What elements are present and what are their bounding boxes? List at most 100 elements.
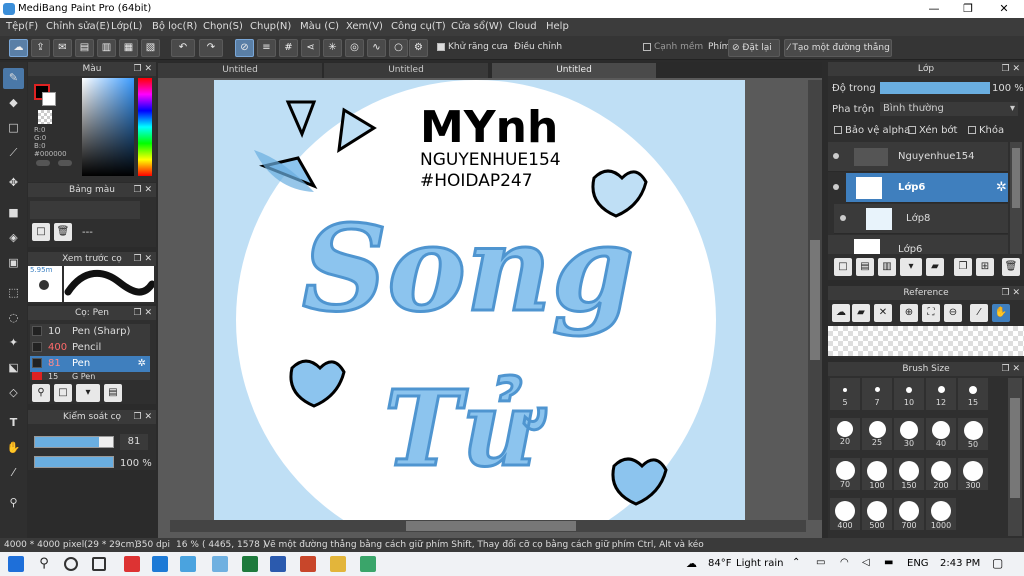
select-pen-icon[interactable]: ⬕ bbox=[3, 358, 24, 379]
cross-snap-icon[interactable]: # bbox=[279, 39, 298, 57]
close-icon[interactable]: ❐ ✕ bbox=[134, 252, 152, 266]
menu-filter[interactable]: Bộ lọc(R) bbox=[152, 21, 197, 32]
soft-edge-checkbox[interactable] bbox=[643, 42, 651, 51]
menu-view[interactable]: Xem(V) bbox=[346, 21, 383, 32]
lock-option[interactable]: Khóa bbox=[968, 125, 1004, 136]
lasso-tool-icon[interactable]: ◌ bbox=[3, 308, 24, 329]
edge-icon[interactable] bbox=[152, 556, 168, 572]
reset-button[interactable]: ⊘ Đặt lại bbox=[728, 39, 780, 57]
close-icon[interactable]: ❐ ✕ bbox=[134, 306, 152, 320]
eyedropper-icon[interactable]: ⁄ bbox=[3, 463, 24, 484]
layer-row[interactable]: Lớp8 bbox=[834, 204, 1008, 234]
close-icon[interactable]: ❐ ✕ bbox=[134, 62, 152, 76]
tab-untitled-2[interactable]: Untitled bbox=[324, 63, 488, 78]
color-swap-button[interactable] bbox=[58, 160, 72, 166]
brush-size-scrollbar[interactable] bbox=[1008, 378, 1022, 536]
app-icon[interactable] bbox=[180, 556, 196, 572]
list-item[interactable]: 15 G Pen bbox=[30, 372, 150, 380]
fit-icon[interactable]: ⛶ bbox=[922, 304, 940, 322]
brush-size-200[interactable]: 200 bbox=[926, 458, 956, 490]
hue-slider[interactable] bbox=[138, 78, 152, 176]
clipping-option[interactable]: Xén bớt bbox=[908, 125, 957, 136]
brush-size-20[interactable]: 20 bbox=[830, 418, 860, 450]
opacity-slider[interactable] bbox=[34, 456, 114, 468]
weather-desc[interactable]: Light rain bbox=[736, 558, 784, 569]
hand-tool-icon[interactable]: ✋ bbox=[3, 438, 24, 459]
new-palette-icon[interactable]: □ bbox=[32, 223, 50, 241]
weather-temp[interactable]: 84°F bbox=[708, 558, 731, 569]
move-tool-icon[interactable]: ✥ bbox=[3, 173, 24, 194]
scroll-thumb[interactable] bbox=[406, 521, 576, 531]
undo-icon[interactable]: ↶ bbox=[171, 39, 195, 57]
parallel-snap-icon[interactable]: ≡ bbox=[257, 39, 276, 57]
brush-size-40[interactable]: 40 bbox=[926, 418, 956, 450]
speech-icon[interactable]: ▤ bbox=[75, 39, 94, 57]
circle-snap-icon[interactable]: ◎ bbox=[345, 39, 364, 57]
gear-icon[interactable]: ✲ bbox=[996, 180, 1007, 195]
brush-size-5[interactable]: 5 bbox=[830, 378, 860, 410]
antialias-checkbox[interactable] bbox=[437, 42, 445, 51]
word-icon[interactable] bbox=[270, 556, 286, 572]
maximize-button[interactable]: ❐ bbox=[950, 0, 986, 18]
volume-icon[interactable]: ◁ bbox=[862, 557, 870, 568]
brush-settings-icon[interactable]: ▤ bbox=[104, 384, 122, 402]
brush-size-50[interactable]: 50 bbox=[958, 418, 988, 450]
layer-opacity-slider[interactable] bbox=[880, 82, 990, 94]
select-tool-icon[interactable]: ⬚ bbox=[3, 283, 24, 304]
menu-select[interactable]: Chọn(S) bbox=[203, 21, 243, 32]
grid-icon[interactable]: ▧ bbox=[141, 39, 160, 57]
document-icon[interactable]: ▥ bbox=[97, 39, 116, 57]
tab-untitled-1[interactable]: Untitled bbox=[158, 63, 322, 78]
trash-icon[interactable]: 🗑 bbox=[54, 223, 72, 241]
weather-icon[interactable]: ☁ bbox=[686, 557, 697, 570]
rectangle-tool-icon[interactable]: □ bbox=[3, 118, 24, 139]
new-halftone-layer-icon[interactable]: ▤ bbox=[856, 258, 874, 276]
brush-size-10[interactable]: 10 bbox=[894, 378, 924, 410]
transparent-swatch[interactable] bbox=[38, 110, 52, 124]
menu-help[interactable]: Help bbox=[546, 21, 569, 32]
close-button[interactable]: ✕ bbox=[986, 0, 1022, 18]
close-icon[interactable]: ❐ ✕ bbox=[134, 183, 152, 197]
gradient-tool-icon[interactable]: ▣ bbox=[3, 253, 24, 274]
windows-start-icon[interactable] bbox=[8, 556, 24, 572]
zoom-in-icon[interactable]: ⊕ bbox=[900, 304, 918, 322]
select-eraser-icon[interactable]: ◇ bbox=[3, 383, 24, 404]
close-icon[interactable]: ❐ ✕ bbox=[134, 410, 152, 424]
dropper-icon[interactable]: ⚲ bbox=[3, 493, 24, 514]
eyedropper-icon[interactable]: ⁄ bbox=[970, 304, 988, 322]
artwork-canvas[interactable]: Song Tử MYnh NGUYENHUE154 #HOIDAP247 bbox=[214, 80, 745, 520]
brush-size-300[interactable]: 300 bbox=[958, 458, 988, 490]
medibang-icon[interactable] bbox=[360, 556, 376, 572]
add-brush-icon[interactable]: ⚲ bbox=[32, 384, 50, 402]
list-item-selected[interactable]: 81 Pen ✲ bbox=[30, 356, 150, 372]
brush-size-500[interactable]: 500 bbox=[862, 498, 892, 530]
merge-layer-icon[interactable]: ⊞ bbox=[976, 258, 994, 276]
notifications-icon[interactable]: ▢ bbox=[992, 556, 1003, 570]
panel-icon[interactable]: ▦ bbox=[119, 39, 138, 57]
fill-rect-tool-icon[interactable]: ■ bbox=[3, 203, 24, 224]
language-indicator[interactable]: ENG bbox=[907, 558, 929, 569]
close-icon[interactable]: ❐ ✕ bbox=[1002, 62, 1020, 76]
chrome-icon[interactable] bbox=[330, 556, 346, 572]
scroll-thumb[interactable] bbox=[810, 240, 820, 360]
add-layer-menu-icon[interactable]: ▾ bbox=[900, 258, 922, 276]
photos-icon[interactable] bbox=[212, 556, 228, 572]
chevron-up-icon[interactable]: ⌃ bbox=[792, 557, 800, 568]
close-reference-icon[interactable]: ✕ bbox=[874, 304, 892, 322]
vertical-scrollbar[interactable] bbox=[808, 80, 822, 520]
menu-color[interactable]: Màu (C) bbox=[300, 21, 339, 32]
opera-icon[interactable] bbox=[124, 556, 140, 572]
comment-icon[interactable]: ✉ bbox=[53, 39, 72, 57]
menu-tools[interactable]: Công cụ(T) bbox=[391, 21, 446, 32]
layer-scrollbar[interactable] bbox=[1010, 142, 1022, 254]
search-icon[interactable]: ⚲ bbox=[36, 556, 52, 572]
brush-tool-icon[interactable]: ✎ bbox=[3, 68, 24, 89]
new-brush-icon[interactable]: □ bbox=[54, 384, 72, 402]
eye-icon[interactable] bbox=[840, 215, 846, 221]
eye-icon[interactable] bbox=[833, 153, 839, 159]
layer-row[interactable]: Lớp6 bbox=[828, 235, 1008, 254]
powerpoint-icon[interactable] bbox=[300, 556, 316, 572]
new-8bit-layer-icon[interactable]: ▥ bbox=[878, 258, 896, 276]
menu-layer[interactable]: Lớp(L) bbox=[111, 21, 142, 32]
cloud-reference-icon[interactable]: ☁ bbox=[832, 304, 850, 322]
